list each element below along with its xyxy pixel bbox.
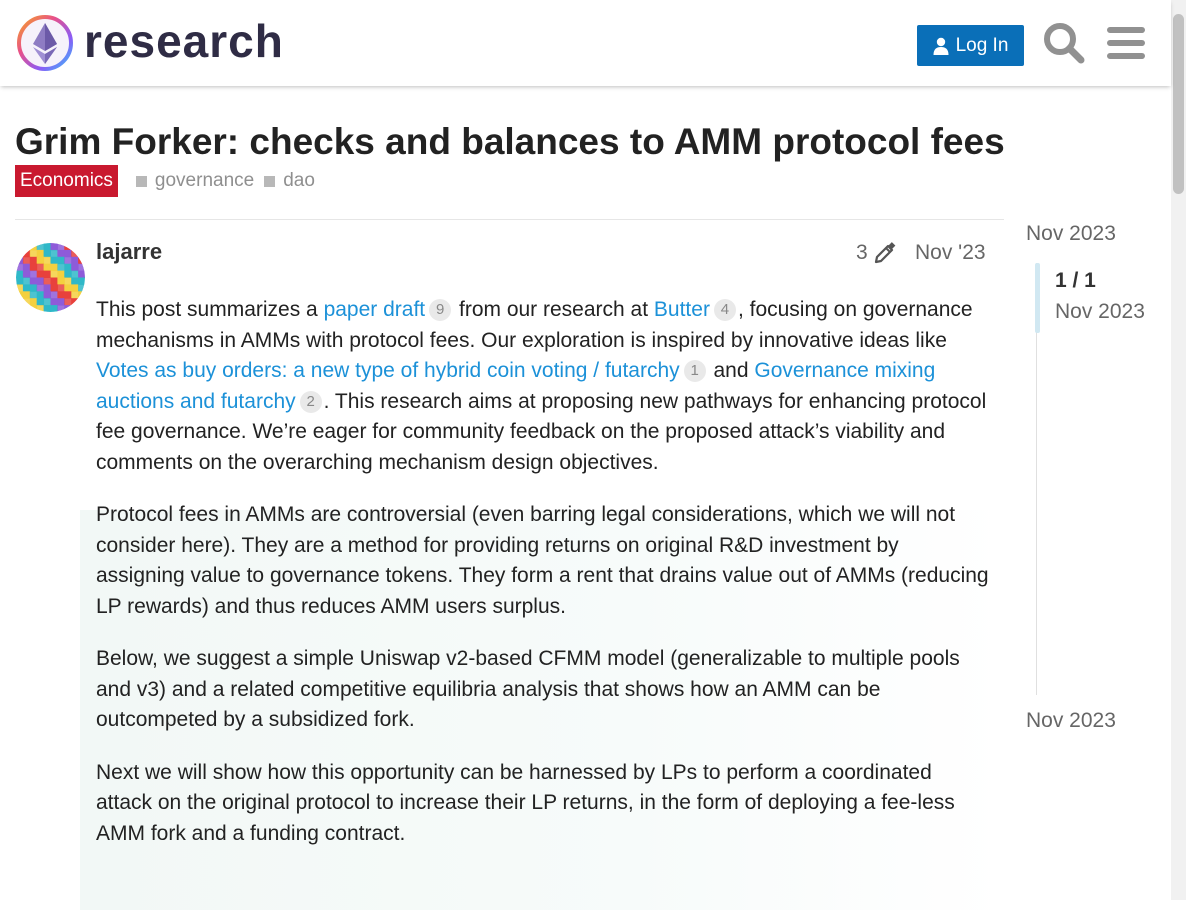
post-paragraph-4: Next we will show how this opportunity c… bbox=[96, 760, 955, 845]
hamburger-menu-icon[interactable] bbox=[1105, 22, 1147, 64]
timeline-start-date[interactable]: Nov 2023 bbox=[1026, 222, 1116, 246]
timeline-handle[interactable] bbox=[1035, 263, 1040, 333]
link-click-count: 4 bbox=[713, 299, 736, 321]
votes-as-buy-orders-link[interactable]: Votes as buy orders: a new type of hybri… bbox=[96, 359, 680, 382]
scrollbar-thumb[interactable] bbox=[1173, 14, 1184, 194]
post-paragraph-3: Below, we suggest a simple Uniswap v2-ba… bbox=[96, 647, 960, 731]
category-badge[interactable]: Economics bbox=[15, 165, 118, 197]
butter-link[interactable]: Butter bbox=[654, 298, 710, 321]
timeline-position: 1 / 1 bbox=[1055, 269, 1096, 292]
login-label: Log In bbox=[955, 34, 1009, 56]
search-icon[interactable] bbox=[1043, 22, 1085, 64]
post-paragraph-2: Protocol fees in AMMs are controversial … bbox=[96, 503, 989, 618]
tag-square-icon bbox=[135, 175, 147, 187]
avatar[interactable] bbox=[16, 243, 85, 312]
site-header: research Log In bbox=[0, 0, 1171, 86]
edit-history-button[interactable]: 3 bbox=[856, 241, 896, 265]
post-paragraph-1: This post summarizes a paper draft 9 from… bbox=[96, 295, 991, 478]
user-icon bbox=[933, 37, 949, 55]
login-button[interactable]: Log In bbox=[917, 25, 1024, 66]
post-username[interactable]: lajarre bbox=[96, 239, 162, 265]
post-divider bbox=[15, 219, 1004, 220]
link-click-count: 2 bbox=[299, 390, 322, 413]
tag-label: governance bbox=[154, 170, 255, 191]
ethereum-logo-icon bbox=[17, 15, 73, 71]
topic-title[interactable]: Grim Forker: checks and balances to AMM … bbox=[15, 120, 1005, 164]
tag-governance[interactable]: governance bbox=[135, 170, 255, 192]
paper-draft-link[interactable]: paper draft bbox=[324, 298, 426, 321]
tag-dao[interactable]: dao bbox=[264, 170, 315, 192]
timeline-position-date: Nov 2023 bbox=[1055, 300, 1145, 323]
paragraph-text: from our research at bbox=[453, 298, 654, 321]
post-date[interactable]: Nov '23 bbox=[915, 241, 986, 265]
topic-meta: Economics governance dao bbox=[15, 165, 325, 197]
link-click-count: 9 bbox=[429, 299, 452, 321]
paragraph-text: This post summarizes a bbox=[96, 298, 324, 321]
tag-label: dao bbox=[283, 170, 315, 191]
post-content: This post summarizes a paper draft 9 from… bbox=[96, 295, 991, 871]
paragraph-text: and bbox=[707, 359, 755, 382]
logo-text: research bbox=[84, 15, 284, 67]
tag-square-icon bbox=[264, 175, 276, 187]
pencil-icon bbox=[874, 242, 896, 264]
site-logo[interactable]: research bbox=[16, 14, 284, 72]
timeline-end-date[interactable]: Nov 2023 bbox=[1026, 709, 1116, 733]
edit-count: 3 bbox=[856, 241, 868, 264]
link-click-count: 1 bbox=[683, 360, 706, 382]
